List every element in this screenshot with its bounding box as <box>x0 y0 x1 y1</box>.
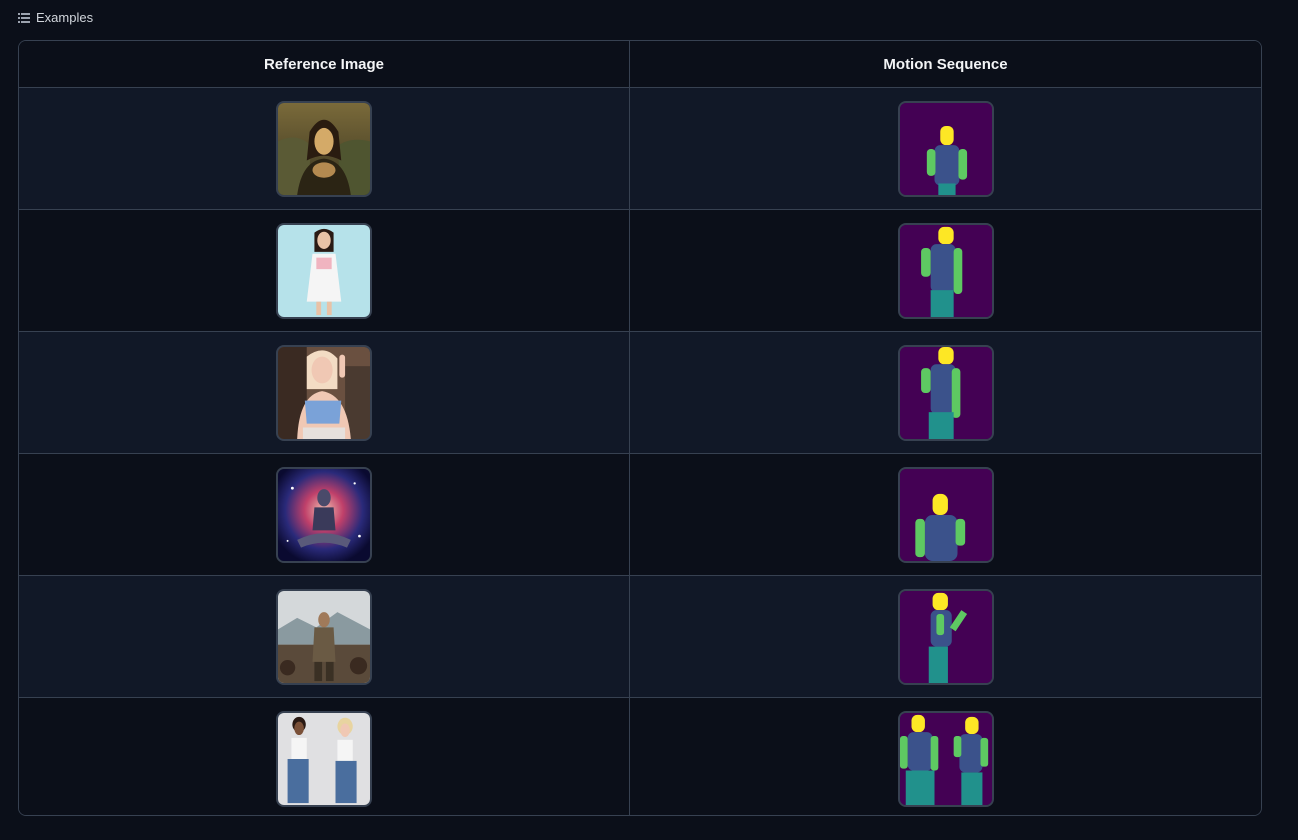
table-row[interactable] <box>19 332 1261 454</box>
reference-image-two-women-dancing[interactable] <box>276 711 372 807</box>
column-header-reference: Reference Image <box>263 55 385 73</box>
table-row[interactable] <box>19 576 1261 698</box>
table-row[interactable] <box>19 698 1261 815</box>
examples-title: Examples <box>36 10 94 25</box>
list-icon <box>18 12 30 23</box>
motion-sequence-3[interactable] <box>897 344 994 441</box>
motion-sequence-4[interactable] <box>897 466 994 563</box>
examples-table: Reference Image Motion Sequence <box>18 40 1262 816</box>
reference-image-mona-lisa[interactable] <box>276 100 372 197</box>
motion-sequence-6[interactable] <box>897 711 994 807</box>
column-header-motion: Motion Sequence <box>883 55 1008 73</box>
table-header-row: Reference Image Motion Sequence <box>19 41 1261 88</box>
motion-sequence-5[interactable] <box>897 588 994 685</box>
reference-image-blonde-woman-selfie[interactable] <box>276 344 372 441</box>
examples-header[interactable]: Examples <box>18 10 93 25</box>
reference-image-man-mountains[interactable] <box>276 588 372 685</box>
table-row[interactable] <box>19 88 1261 210</box>
reference-image-woman-white-dress[interactable] <box>276 222 372 319</box>
table-row[interactable] <box>19 454 1261 576</box>
reference-image-cosmic-meditation[interactable] <box>276 466 372 563</box>
motion-sequence-1[interactable] <box>897 100 994 197</box>
table-row[interactable] <box>19 210 1261 332</box>
motion-sequence-2[interactable] <box>897 222 994 319</box>
